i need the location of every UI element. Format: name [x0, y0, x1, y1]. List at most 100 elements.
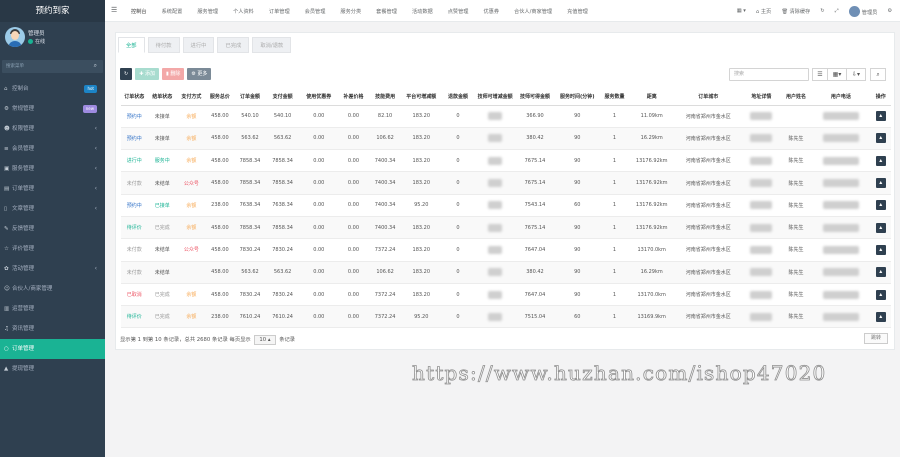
column-header[interactable]: 操作 — [870, 88, 891, 106]
column-header[interactable]: 服务总价 — [205, 88, 235, 106]
table-cell[interactable]: ▴ — [870, 149, 891, 173]
table-cell[interactable]: ▴ — [870, 127, 891, 151]
table-cell[interactable]: ▴ — [870, 238, 891, 262]
sidebar-item-3[interactable]: ≡ 会员管理 ‹ — [0, 139, 105, 159]
column-header[interactable]: 技能费用 — [368, 88, 402, 106]
column-header[interactable]: 支付方式 — [177, 88, 206, 106]
sidebar-item-6[interactable]: ▯ 文章管理 ‹ — [0, 199, 105, 219]
row-action-icon[interactable]: ▴ — [875, 200, 886, 211]
column-header[interactable]: 使用优惠券 — [299, 88, 339, 106]
refresh-button[interactable]: ↻ — [120, 68, 133, 80]
column-header[interactable]: 技师可得金额 — [515, 88, 555, 106]
sidebar-item-4[interactable]: ▣ 服务管理 ‹ — [0, 159, 105, 179]
menu-toggle-icon[interactable]: ☰ — [111, 6, 117, 14]
row-action-icon[interactable]: ▴ — [875, 155, 886, 166]
table-search-input[interactable]: 搜索 — [729, 68, 809, 81]
tab-0[interactable]: 全部 — [118, 37, 145, 53]
row-action-icon[interactable]: ▴ — [875, 267, 886, 278]
topnav-link-6[interactable]: 服务分类 — [340, 8, 361, 15]
columns-icon[interactable]: ▦▾ — [827, 68, 847, 81]
sidebar-item-11[interactable]: ▥ 运营管理 — [0, 299, 105, 319]
refresh-icon[interactable]: ↻ — [820, 8, 824, 14]
table-cell[interactable]: ▴ — [870, 171, 891, 195]
column-header[interactable]: 订单金额 — [234, 88, 266, 106]
row-action-icon[interactable]: ▴ — [875, 133, 886, 144]
brand-title[interactable]: 预约到家 — [0, 0, 105, 22]
column-header[interactable]: 结单状态 — [147, 88, 178, 106]
admin-menu[interactable]: 管理员 — [848, 5, 877, 17]
fullscreen-icon[interactable]: ⤢ — [835, 8, 839, 15]
topnav-link-4[interactable]: 订单管理 — [269, 8, 290, 15]
row-action-icon[interactable]: ▴ — [875, 178, 886, 189]
tab-2[interactable]: 进行中 — [182, 37, 215, 53]
tab-1[interactable]: 待付款 — [147, 37, 180, 53]
sidebar-item-14[interactable]: ▲ 提现管理 — [0, 359, 105, 379]
column-header[interactable]: 订单状态 — [121, 88, 148, 106]
column-header[interactable]: 服务数量 — [600, 88, 629, 106]
topnav-link-12[interactable]: 充值管理 — [567, 8, 588, 15]
export-icon[interactable]: ⇩▾ — [846, 68, 866, 81]
row-action-icon[interactable]: ▴ — [875, 311, 886, 322]
sidebar-item-13[interactable]: ○ 订单管理 — [0, 339, 105, 359]
table-row[interactable]: 未付款 未结单 公众号 458.00 7858.34 7858.34 0.00 0.00 740… — [121, 171, 891, 195]
sidebar-item-12[interactable]: ♫ 资讯管理 — [0, 319, 105, 339]
table-row[interactable]: 预约中 未接单 余额 458.00 563.62 563.62 0.00 0.00 106.62… — [121, 127, 891, 151]
topnav-link-7[interactable]: 套餐管理 — [376, 8, 397, 15]
topnav-link-2[interactable]: 服务管理 — [197, 8, 218, 15]
sidebar-search[interactable]: 搜索菜单 ⌕ — [2, 60, 103, 73]
row-action-icon[interactable]: ▴ — [875, 289, 886, 300]
row-action-icon[interactable]: ▴ — [875, 244, 886, 255]
tab-3[interactable]: 已完成 — [217, 37, 250, 53]
sidebar-item-1[interactable]: ⚙ 常规管理 new — [0, 99, 105, 119]
table-row[interactable]: 预约中 未接单 余额 458.00 540.10 540.10 0.00 0.00 82.10 1… — [121, 105, 891, 128]
table-cell[interactable]: ▴ — [870, 216, 891, 240]
view-toggle-icon[interactable]: ☰ — [812, 68, 828, 81]
search-icon[interactable]: ⌕ — [94, 62, 97, 70]
topnav-link-0[interactable]: 控制台 — [131, 8, 147, 15]
topnav-link-11[interactable]: 合伙人/商家管理 — [514, 8, 552, 15]
table-cell[interactable]: ▴ — [870, 261, 891, 284]
column-header[interactable]: 地址详情 — [741, 88, 781, 106]
tab-4[interactable]: 取消/退款 — [252, 37, 292, 53]
column-header[interactable]: 平台可增减额 — [401, 88, 442, 106]
sidebar-item-5[interactable]: ▤ 订单管理 ‹ — [0, 179, 105, 199]
column-header[interactable]: 服务时间(分钟) — [554, 88, 601, 106]
topnav-link-1[interactable]: 系统配置 — [162, 8, 183, 15]
column-header[interactable]: 用户电话 — [811, 88, 871, 106]
column-header[interactable]: 支付金额 — [265, 88, 300, 106]
column-header[interactable]: 订单城市 — [674, 88, 742, 106]
row-action-icon[interactable]: ▴ — [875, 222, 886, 233]
clear-cache-link[interactable]: 🗑 清除缓存 — [781, 8, 810, 15]
add-button[interactable]: ✚ 添加 — [135, 68, 159, 80]
topnav-link-9[interactable]: 点赞管理 — [448, 8, 469, 15]
column-header[interactable]: 技师可增减金额 — [474, 88, 516, 106]
avatar[interactable] — [5, 27, 25, 47]
column-header[interactable]: 用户姓名 — [780, 88, 812, 106]
sidebar-item-10[interactable]: ☺ 合伙人/商家管理 — [0, 279, 105, 299]
sidebar-item-0[interactable]: ⌂ 控制台 hot — [0, 79, 105, 99]
home-link[interactable]: ⌂ 主页 — [756, 8, 771, 15]
table-row[interactable]: 未付款 未结单 458.00 563.62 563.62 0.00 0.00 106.62 18… — [121, 261, 891, 284]
row-action-icon[interactable]: ▴ — [875, 111, 886, 122]
topnav-link-8[interactable]: 活动数据 — [412, 8, 433, 15]
more-button[interactable]: ⚙ 更多 — [187, 68, 212, 80]
advanced-search-icon[interactable]: ⌕ — [870, 68, 886, 81]
table-row[interactable]: 待评价 已完成 余额 458.00 7858.34 7858.34 0.00 0.00 7400… — [121, 216, 891, 240]
column-header[interactable]: 退款金额 — [441, 88, 475, 106]
settings-icon[interactable]: ⚙ — [887, 8, 892, 14]
table-row[interactable]: 已取消 已完成 余额 458.00 7830.24 7830.24 0.00 0.00 7372… — [121, 283, 891, 307]
topnav-link-10[interactable]: 优惠券 — [483, 8, 499, 15]
grid-icon[interactable]: ▦ ▾ — [737, 8, 746, 14]
sidebar-item-9[interactable]: ✿ 活动管理 ‹ — [0, 259, 105, 279]
delete-button[interactable]: ▮ 删除 — [161, 68, 185, 80]
topnav-link-5[interactable]: 会员管理 — [305, 8, 326, 15]
jump-button[interactable]: 跳转 — [863, 333, 888, 344]
sidebar-item-7[interactable]: ✎ 反馈管理 — [0, 219, 105, 239]
sidebar-item-2[interactable]: ☻ 权限管理 ‹ — [0, 119, 105, 139]
table-row[interactable]: 预约中 已接单 余额 238.00 7638.34 7638.34 0.00 0.00 7400… — [121, 194, 891, 217]
table-cell[interactable]: ▴ — [870, 305, 891, 329]
table-row[interactable]: 进行中 服务中 余额 458.00 7858.34 7858.34 0.00 0.00 7400… — [121, 149, 891, 173]
column-header[interactable]: 补差价格 — [338, 88, 369, 106]
column-header[interactable]: 距离 — [628, 88, 675, 106]
table-row[interactable]: 待评价 已完成 余额 238.00 7610.24 7610.24 0.00 0.00 7372… — [121, 305, 891, 329]
